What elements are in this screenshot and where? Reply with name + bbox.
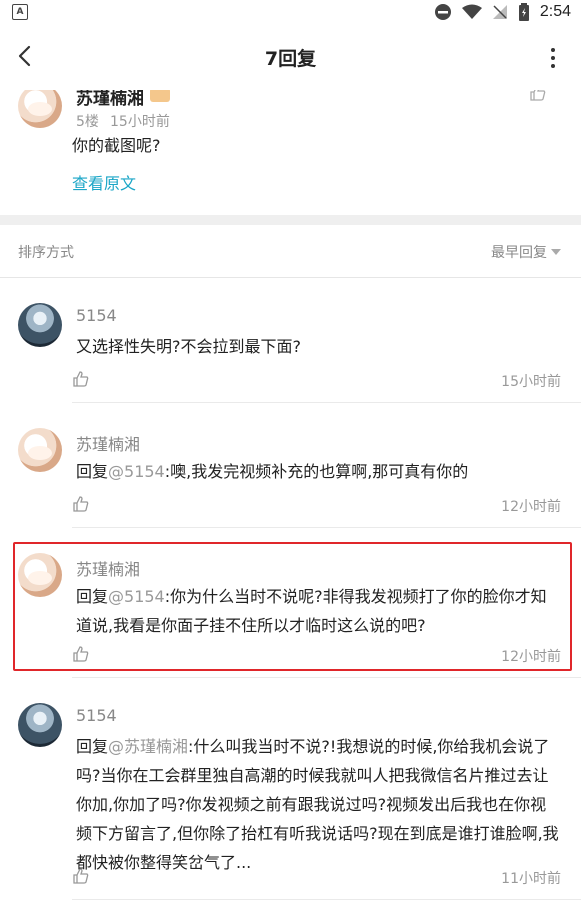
- original-post: 苏瑾楠湘 5楼 15小时前 你的截图呢? 查看原文: [0, 90, 581, 215]
- sort-selected: 最早回复: [491, 245, 547, 261]
- post-text: 你的截图呢?: [72, 136, 161, 155]
- sort-bar: 排序方式 最早回复: [0, 225, 581, 278]
- like-icon[interactable]: [72, 867, 90, 885]
- battery-icon: [518, 3, 529, 21]
- section-divider: [0, 215, 581, 225]
- level-badge-icon: [150, 90, 170, 102]
- comment-time: 12小时前: [501, 499, 561, 515]
- page-title: 7回复: [264, 48, 317, 70]
- mention-link[interactable]: @苏瑾楠湘: [108, 737, 188, 756]
- app-notification-icon: A: [12, 4, 28, 20]
- like-icon[interactable]: [72, 370, 90, 388]
- avatar[interactable]: [18, 303, 62, 347]
- comment-time: 15小时前: [501, 374, 561, 390]
- author-name[interactable]: 苏瑾楠湘: [76, 90, 144, 109]
- list-item: 5154 又选择性失明?不会拉到最下面? 15小时前: [0, 278, 581, 403]
- mention-link[interactable]: @5154: [108, 462, 165, 481]
- floor-number: 5楼: [76, 114, 99, 130]
- app-bar: 7回复: [0, 24, 581, 90]
- comment-text: 回复@苏瑾楠湘:什么叫我当时不说?!我想说的时候,你给我机会说了吗?当你在工会群…: [76, 737, 559, 872]
- list-item: 5154 回复@苏瑾楠湘:什么叫我当时不说?!我想说的时候,你给我机会说了吗?当…: [0, 678, 581, 900]
- author-name[interactable]: 5154: [76, 706, 117, 725]
- sort-dropdown[interactable]: 最早回复: [491, 242, 561, 262]
- comment-time: 11小时前: [501, 871, 561, 887]
- like-icon[interactable]: [72, 495, 90, 513]
- avatar[interactable]: [18, 90, 62, 128]
- like-icon[interactable]: [529, 90, 547, 102]
- clock: 2:54: [539, 3, 571, 20]
- dnd-icon: [434, 4, 451, 20]
- author-name[interactable]: 5154: [76, 306, 117, 325]
- caret-down-icon: [551, 249, 561, 255]
- status-icons: 2:54: [434, 2, 571, 22]
- post-time: 15小时前: [110, 114, 170, 130]
- avatar[interactable]: [18, 428, 62, 472]
- comment-text: 又选择性失明?不会拉到最下面?: [76, 337, 301, 356]
- signal-icon: [492, 5, 507, 19]
- wifi-icon: [461, 4, 482, 19]
- sort-label: 排序方式: [18, 245, 74, 261]
- more-icon[interactable]: [549, 46, 557, 68]
- author-name[interactable]: 苏瑾楠湘: [76, 431, 140, 455]
- status-bar: A 2:54: [0, 0, 581, 24]
- list-item: 苏瑾楠湘 回复@5154:噢,我发完视频补充的也算啊,那可真有你的 12小时前: [0, 403, 581, 528]
- view-original-link[interactable]: 查看原文: [72, 170, 136, 194]
- avatar[interactable]: [18, 703, 62, 747]
- comment-text: 回复@5154:噢,我发完视频补充的也算啊,那可真有你的: [76, 462, 469, 481]
- highlight-box: [13, 542, 572, 671]
